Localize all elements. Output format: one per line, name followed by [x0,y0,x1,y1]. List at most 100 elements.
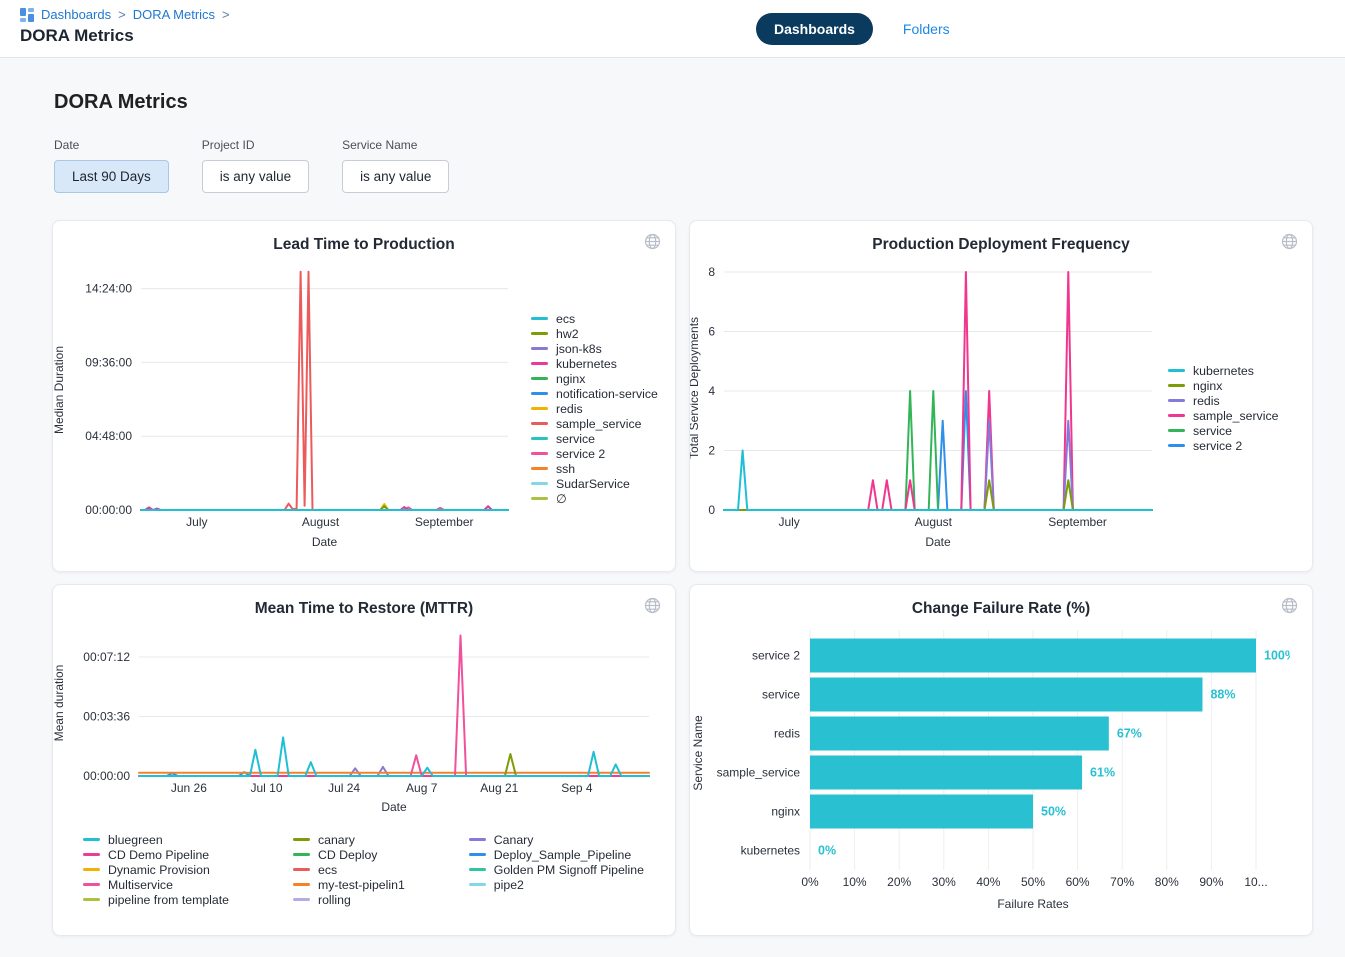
legend-item: sample_service [1168,409,1278,422]
svg-text:40%: 40% [976,875,1000,889]
legend-item: ∅ [531,492,658,505]
svg-text:sample_service: sample_service [717,766,801,780]
legend-swatch [531,362,548,365]
legend-item: ecs [293,863,405,876]
svg-text:service 2: service 2 [752,649,800,663]
chart-title: Production Deployment Frequency [690,221,1312,254]
breadcrumb-separator: > [222,7,230,22]
globe-icon[interactable] [644,233,661,250]
legend-label: ecs [556,312,575,326]
legend-label: my-test-pipelin1 [318,878,405,892]
legend-item: canary [293,833,405,846]
card-change-failure-rate: Change Failure Rate (%) 0%10%20%30%40%50… [689,584,1313,936]
legend-item: my-test-pipelin1 [293,878,405,891]
legend-label: pipeline from template [108,893,229,907]
service-name-filter-button[interactable]: is any value [342,160,449,193]
legend-label: redis [1193,394,1220,408]
svg-text:August: August [915,515,953,529]
breadcrumb-link-dashboards[interactable]: Dashboards [41,7,111,22]
svg-text:67%: 67% [1117,727,1142,741]
chart-canvas: 0%10%20%30%40%50%60%70%80%90%10...servic… [690,618,1290,918]
legend-label: CD Demo Pipeline [108,848,209,862]
chart-grid: Lead Time to Production 00:00:0004:48:00… [52,220,1345,936]
svg-text:50%: 50% [1041,805,1066,819]
filter-bar: Date Last 90 Days Project ID is any valu… [54,138,1345,193]
legend-swatch [531,317,548,320]
legend-swatch [531,452,548,455]
legend-swatch [83,868,100,871]
legend-swatch [531,347,548,350]
legend-label: Golden PM Signoff Pipeline [494,863,644,877]
svg-text:Sep 4: Sep 4 [561,781,593,795]
legend-item: nginx [531,372,658,385]
legend-item: json-k8s [531,342,658,355]
legend-label: rolling [318,893,351,907]
legend-label: service [1193,424,1232,438]
legend-swatch [469,883,486,886]
tab-folders[interactable]: Folders [903,21,950,37]
legend-item: Canary [469,833,644,846]
legend-label: sample_service [556,417,641,431]
chart-canvas: 00:00:0000:03:3600:07:12Jun 26Jul 10Jul … [53,618,653,823]
globe-icon[interactable] [1281,597,1298,614]
legend-label: kubernetes [556,357,617,371]
legend-swatch [1168,399,1185,402]
legend-label: Dynamic Provision [108,863,210,877]
legend-swatch [1168,369,1185,372]
legend-item: ssh [531,462,658,475]
legend-label: Canary [494,833,534,847]
breadcrumb-separator: > [118,7,126,22]
legend-swatch [531,422,548,425]
legend-label: nginx [556,372,585,386]
legend-item: service [1168,424,1278,437]
legend-item: redis [1168,394,1278,407]
legend-label: ecs [318,863,337,877]
svg-text:Mean duration: Mean duration [53,665,66,742]
legend-label: service 2 [556,447,605,461]
svg-text:Service Name: Service Name [691,715,705,791]
svg-text:50%: 50% [1021,875,1045,889]
card-lead-time-to-production: Lead Time to Production 00:00:0004:48:00… [52,220,676,572]
globe-icon[interactable] [1281,233,1298,250]
svg-text:60%: 60% [1066,875,1090,889]
globe-icon[interactable] [644,597,661,614]
legend-item: Deploy_Sample_Pipeline [469,848,644,861]
legend-label: canary [318,833,355,847]
dashboard-content: DORA Metrics Date Last 90 Days Project I… [0,58,1345,936]
legend-column: CanaryDeploy_Sample_Pipeline Golden PM Si… [469,833,644,906]
legend-swatch [1168,414,1185,417]
svg-text:0%: 0% [818,844,836,858]
deployment-frequency-chart: 02468JulyAugustSeptemberDateTotal Servic… [690,254,1312,556]
svg-text:July: July [186,515,207,529]
svg-text:Aug 7: Aug 7 [406,781,438,795]
legend-swatch [469,838,486,841]
legend-item: Multiservice [83,878,229,891]
svg-text:July: July [778,515,799,529]
legend-swatch [83,898,100,901]
legend-swatch [531,377,548,380]
svg-text:14:24:00: 14:24:00 [85,282,132,296]
legend-item: CD Demo Pipeline [83,848,229,861]
svg-text:20%: 20% [887,875,911,889]
svg-text:Failure Rates: Failure Rates [997,897,1068,911]
legend-label: service [556,432,595,446]
legend-label: CD Deploy [318,848,377,862]
breadcrumb-link-dora-metrics[interactable]: DORA Metrics [133,7,215,22]
svg-text:redis: redis [774,727,800,741]
project-id-filter-button[interactable]: is any value [202,160,309,193]
legend-label: ssh [556,462,575,476]
date-filter-button[interactable]: Last 90 Days [54,160,169,193]
legend-swatch [469,853,486,856]
card-mean-time-to-restore: Mean Time to Restore (MTTR) 00:00:0000:0… [52,584,676,936]
svg-text:100%: 100% [1264,649,1290,663]
mttr-chart: 00:00:0000:03:3600:07:12Jun 26Jul 10Jul … [53,618,675,906]
legend-swatch [531,332,548,335]
legend-column: bluegreenCD Demo PipelineDynamic Provisi… [83,833,229,906]
tab-dashboards[interactable]: Dashboards [756,13,873,45]
breadcrumb: Dashboards > DORA Metrics > [20,7,1345,22]
svg-text:Aug 21: Aug 21 [480,781,518,795]
legend-item: sample_service [531,417,658,430]
chart-canvas: 00:00:0004:48:0009:36:0014:24:00JulyAugu… [53,254,525,556]
legend-item: kubernetes [531,357,658,370]
svg-text:September: September [415,515,474,529]
